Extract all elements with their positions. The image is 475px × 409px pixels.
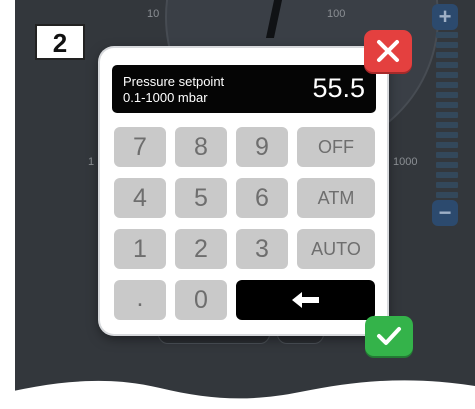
gauge-tick-label: 10 [147, 8, 160, 20]
key-atm[interactable]: ATM [297, 178, 375, 218]
gauge-tick-label: 1 [88, 156, 95, 168]
key-decimal-point[interactable]: . [114, 280, 166, 320]
step-badge: 2 [35, 24, 85, 60]
setpoint-slider [430, 30, 460, 220]
key-1[interactable]: 1 [114, 229, 166, 269]
close-icon [377, 40, 399, 62]
checkmark-icon [377, 327, 401, 345]
key-auto[interactable]: AUTO [297, 229, 375, 269]
key-2[interactable]: 2 [175, 229, 227, 269]
setpoint-value: 55.5 [312, 73, 365, 103]
key-0[interactable]: 0 [175, 280, 227, 320]
key-9[interactable]: 9 [236, 127, 288, 167]
key-off[interactable]: OFF [297, 127, 375, 167]
value-display: Pressure setpoint 0.1-1000 mbar 55.5 [112, 65, 376, 113]
close-button[interactable] [364, 30, 412, 72]
key-7[interactable]: 7 [114, 127, 166, 167]
setpoint-range: 0.1-1000 mbar [123, 90, 208, 105]
key-3[interactable]: 3 [236, 229, 288, 269]
gauge-tick-label: 100 [327, 8, 346, 20]
slider-minus-button: − [432, 200, 458, 226]
left-arrow-icon [292, 292, 319, 308]
confirm-button[interactable] [365, 316, 413, 356]
backspace-button[interactable] [236, 280, 375, 320]
gauge-tick-label: 1000 [393, 156, 418, 168]
key-5[interactable]: 5 [175, 178, 227, 218]
slider-plus-button: + [432, 4, 458, 30]
key-8[interactable]: 8 [175, 127, 227, 167]
setpoint-keypad-dialog: Pressure setpoint 0.1-1000 mbar 55.5 7 8… [100, 48, 387, 334]
key-6[interactable]: 6 [236, 178, 288, 218]
setpoint-label: Pressure setpoint [123, 74, 225, 89]
key-4[interactable]: 4 [114, 178, 166, 218]
torn-edge [0, 380, 475, 409]
